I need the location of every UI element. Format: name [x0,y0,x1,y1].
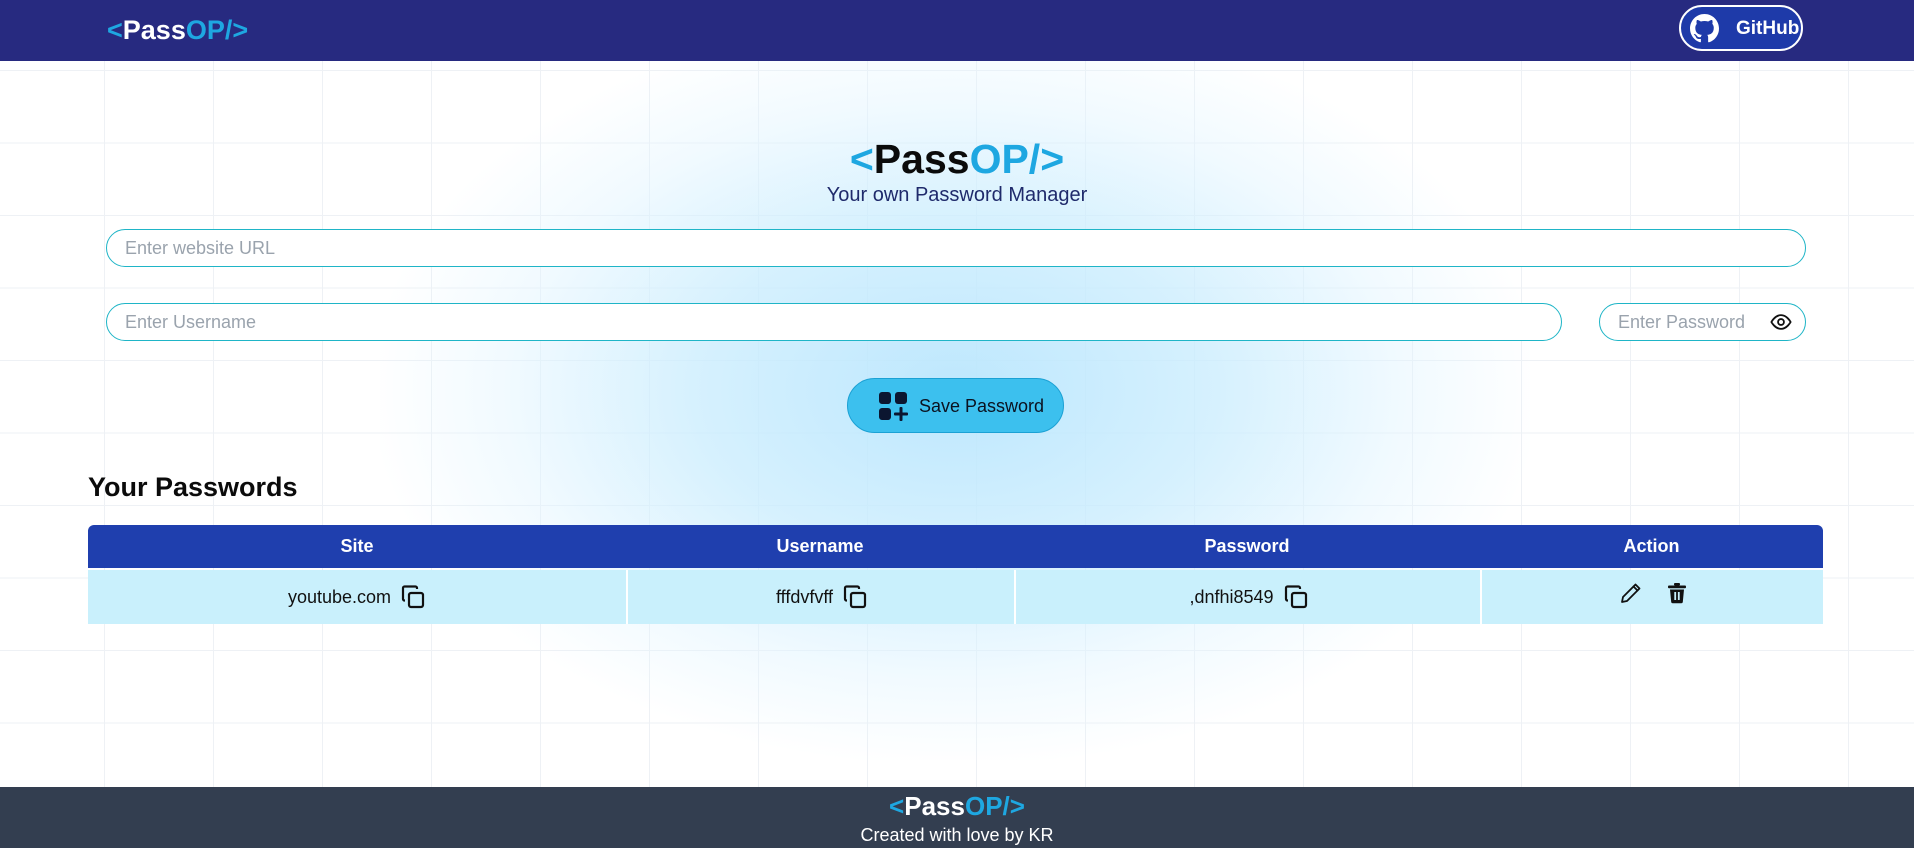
footer: <PassOP/> Created with love by KR [0,787,1914,848]
column-header-site: Site [340,536,374,556]
logo-gt: > [232,15,249,45]
table-header: Site Username Password Action [88,525,1823,568]
hero-logo-op: OP/ [969,136,1041,182]
column-header-username: Username [776,536,864,556]
footer-credit: Created with love by KR [860,825,1054,845]
add-icon [879,392,908,421]
passwords-title: Your Passwords [88,472,298,502]
trash-icon[interactable] [1665,581,1689,605]
cell-password: ,dnfhi8549 [1014,570,1482,624]
hero-logo-lt: < [849,136,874,182]
footer-logo-op: OP/ [964,791,1010,821]
navbar: <PassOP/> GitHub [0,0,1914,61]
page-subtitle: Your own Password Manager [826,184,1088,206]
username-value[interactable]: fffdvfvff [776,587,833,608]
column-header-action: Action [1623,536,1680,556]
eye-icon[interactable] [1769,311,1793,333]
footer-logo: <PassOP/> [0,791,1914,821]
logo-pass: Pass [122,15,186,45]
cell-site: youtube.com [88,570,626,624]
copy-icon[interactable] [1283,584,1309,610]
edit-icon[interactable] [1619,581,1643,605]
github-icon [1690,14,1719,43]
cell-actions [1480,570,1825,624]
save-password-button[interactable]: Save Password [847,378,1064,433]
footer-logo-lt: < [889,791,905,821]
save-password-label: Save Password [919,396,1045,416]
site-value[interactable]: youtube.com [288,587,391,608]
footer-logo-pass: Pass [904,791,965,821]
logo-lt: < [107,15,123,45]
copy-icon[interactable] [842,584,868,610]
nav-logo[interactable]: <PassOP/> [107,15,248,45]
github-button[interactable]: GitHub [1679,5,1803,51]
hero-logo-pass: Pass [873,136,970,182]
column-header-password: Password [1204,536,1290,556]
hero-logo: <PassOP/> [0,136,1914,182]
cell-username: fffdvfvff [626,570,1016,624]
passwords-table: Site Username Password Action youtube.co… [88,525,1823,624]
username-input[interactable] [106,303,1562,341]
hero-logo-gt: > [1040,136,1065,182]
copy-icon[interactable] [400,584,426,610]
logo-op: OP/ [185,15,233,45]
github-label: GitHub [1736,18,1800,39]
password-value[interactable]: ,dnfhi8549 [1189,587,1273,608]
table-row: youtube.com fffdvfvff ,dnfhi8549 [88,570,1823,624]
website-url-input[interactable] [106,229,1806,267]
footer-logo-gt: > [1009,791,1025,821]
